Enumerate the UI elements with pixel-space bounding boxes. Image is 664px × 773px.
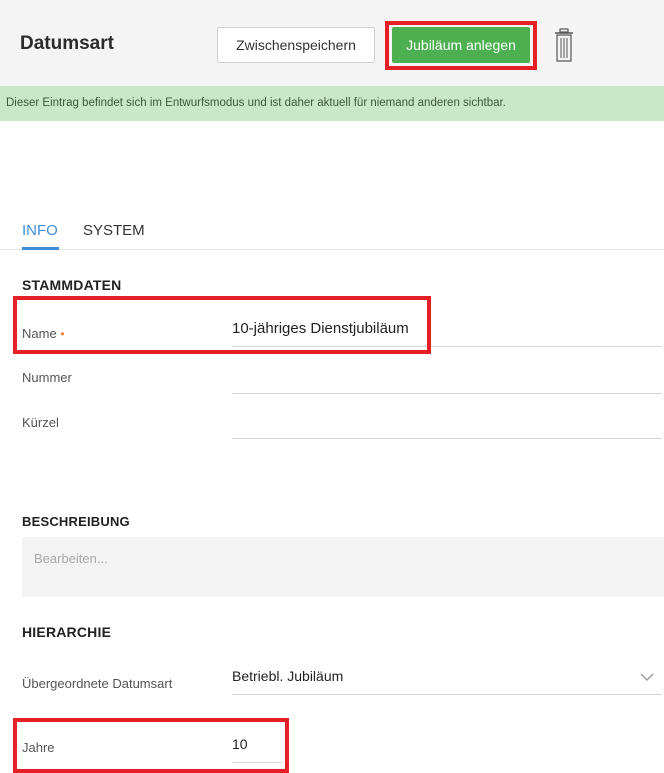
tab-info[interactable]: INFO [22,222,58,239]
jahre-field[interactable]: 10 [232,736,282,752]
jahre-label: Jahre [22,740,55,755]
tab-active-indicator [22,247,59,250]
section-title-beschreibung: BESCHREIBUNG [22,514,130,529]
kuerzel-label: Kürzel [22,415,59,430]
parent-type-select[interactable]: Betriebl. Jubiläum [232,668,632,684]
name-field-underline [232,346,662,347]
tab-system[interactable]: SYSTEM [83,222,145,239]
create-jubilee-button[interactable]: Jubiläum anlegen [392,27,530,63]
kuerzel-field[interactable] [232,412,662,436]
tab-bar: INFO SYSTEM [0,218,664,250]
required-marker: • [60,327,65,341]
chevron-down-icon[interactable] [638,670,656,684]
header-bar: Datumsart Zwischenspeichern Jubiläum anl… [0,0,664,86]
nummer-field-underline [232,393,662,394]
name-label: Name • [22,326,65,341]
parent-type-underline [232,694,662,695]
description-editor[interactable]: Bearbeiten... [22,537,664,597]
name-label-text: Name [22,326,57,341]
parent-type-label: Übergeordnete Datumsart [22,676,173,691]
section-title-hierarchie: HIERARCHIE [22,624,112,640]
kuerzel-field-underline [232,438,662,439]
draft-mode-banner: Dieser Eintrag befindet sich im Entwurfs… [0,86,664,121]
trash-icon[interactable] [554,28,574,64]
section-title-stammdaten: STAMMDATEN [22,277,122,293]
save-draft-button[interactable]: Zwischenspeichern [217,27,375,63]
name-field[interactable]: 10-jähriges Dienstjubiläum [232,320,662,337]
jahre-field-underline [232,762,282,763]
nummer-field[interactable] [232,366,662,390]
page-title: Datumsart [20,33,114,54]
nummer-label: Nummer [22,370,72,385]
